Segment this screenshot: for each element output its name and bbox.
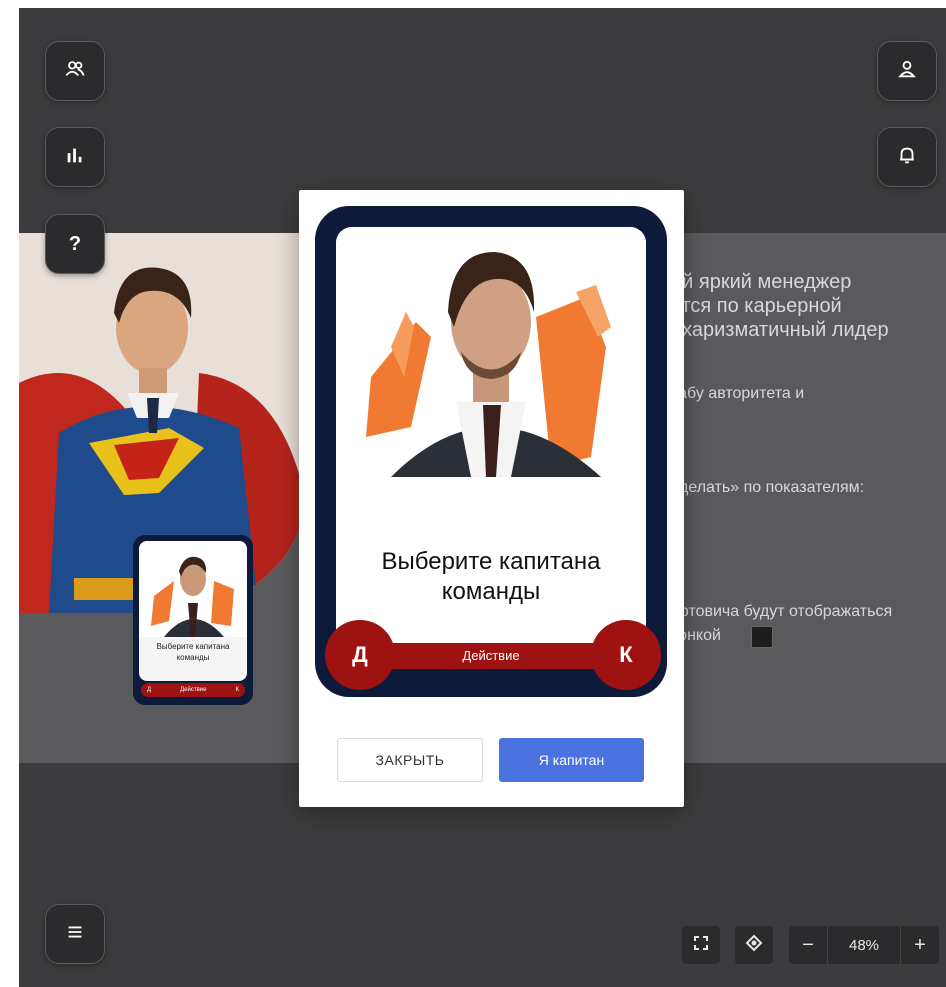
bg-text-line: ий яркий менеджер	[671, 271, 852, 293]
i-am-captain-button[interactable]: Я капитан	[499, 738, 644, 782]
bg-text-line: , харизматичный лидер	[671, 319, 889, 341]
fullscreen-icon	[693, 935, 709, 956]
fullscreen-button[interactable]	[682, 926, 720, 964]
target-icon	[745, 934, 763, 957]
user-icon	[896, 58, 918, 85]
mini-action-left: Д	[147, 687, 152, 693]
bg-text-line: ется по карьерной	[671, 295, 842, 317]
mini-captain-card[interactable]: Выберите капитана команды Д Действие К	[133, 535, 253, 705]
bg-text-line: сделать» по показателям:	[671, 479, 865, 496]
close-button[interactable]: ЗАКРЫТЬ	[337, 738, 483, 782]
zoom-out-button[interactable]: −	[789, 926, 827, 964]
help-icon: ?	[68, 232, 82, 255]
captain-card-inner: Выберите капитана команды	[336, 227, 646, 647]
bell-icon	[896, 144, 918, 171]
notifications-button[interactable]	[877, 127, 937, 187]
card-action-bar: Действие Д К	[325, 620, 661, 690]
center-view-button[interactable]	[735, 926, 773, 964]
inline-icon	[751, 626, 773, 648]
profile-button[interactable]	[877, 41, 937, 101]
mini-card-title: Выберите капитана команды	[156, 642, 230, 662]
action-left-circle: Д	[325, 620, 395, 690]
users-icon	[64, 58, 86, 85]
hamburger-menu-icon	[64, 921, 86, 948]
captain-modal: Выберите капитана команды Действие Д К З…	[299, 190, 684, 807]
mini-action-bar: Д Действие К	[141, 683, 245, 697]
help-button[interactable]: ?	[45, 214, 105, 274]
mini-action-label: Действие	[180, 687, 207, 693]
mini-card-inner: Выберите капитана команды	[139, 541, 247, 681]
mini-portrait-image	[139, 541, 247, 637]
card-title: Выберите капитана команды	[381, 548, 601, 605]
menu-button[interactable]	[45, 904, 105, 964]
zoom-level: 48%	[827, 926, 901, 964]
captain-card: Выберите капитана команды Действие Д К	[315, 206, 667, 697]
bg-text-line: ертовича будут отображаться	[671, 603, 893, 620]
zoom-in-button[interactable]: +	[901, 926, 939, 964]
zoom-control: − 48% +	[789, 926, 939, 964]
stats-button[interactable]	[45, 127, 105, 187]
bg-text-line: табу авторитета и	[671, 385, 805, 402]
mini-action-right: К	[235, 687, 240, 693]
action-right-circle: К	[591, 620, 661, 690]
bar-chart-icon	[64, 144, 86, 171]
team-button[interactable]	[45, 41, 105, 101]
manager-portrait-image	[336, 227, 646, 477]
action-label: Действие	[462, 648, 520, 663]
